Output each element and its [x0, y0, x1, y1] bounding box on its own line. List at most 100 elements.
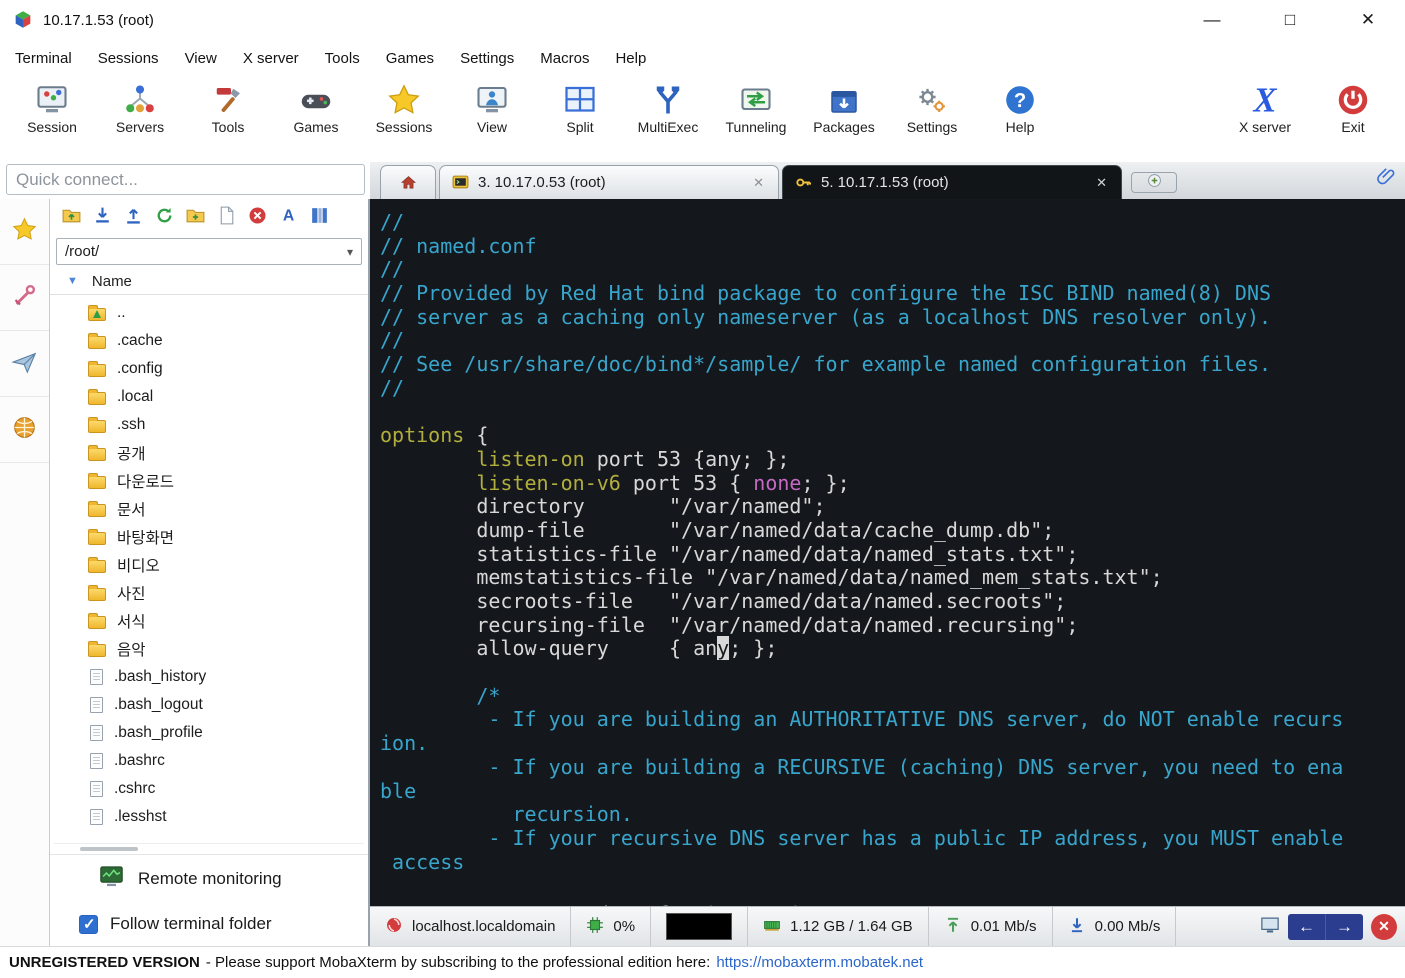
servers-button[interactable]: Servers [96, 79, 184, 135]
tree-item[interactable]: .ssh [50, 411, 368, 439]
tree-item[interactable]: .config [50, 355, 368, 383]
maximize-button[interactable]: □ [1279, 10, 1301, 30]
menu-settings[interactable]: Settings [447, 43, 527, 74]
settings-button[interactable]: Settings [888, 79, 976, 135]
exit-button[interactable]: Exit [1309, 79, 1397, 135]
new-tab-button[interactable] [1131, 172, 1177, 193]
terminal[interactable]: //// named.conf//// Provided by Red Hat … [370, 199, 1405, 906]
help-button[interactable]: ? Help [976, 79, 1064, 135]
unregistered-label: UNREGISTERED VERSION [9, 954, 200, 971]
games-button[interactable]: Games [272, 79, 360, 135]
ram-segment: 1.12 GB / 1.64 GB [748, 907, 929, 946]
tree-item-label: 공개 [117, 446, 146, 463]
next-tab-button[interactable]: → [1325, 913, 1363, 940]
scrollbar-thumb[interactable] [80, 847, 138, 851]
sessions-button[interactable]: Sessions [360, 79, 448, 135]
vim-file-info: "/etc/named.conf" 59L, 1710B [476, 902, 813, 906]
vim-status-line: "/etc/named.conf" 59L, 1710B 19,22-29 꼭대… [380, 879, 1395, 906]
path-dropdown[interactable]: /root/ ▾ [56, 238, 362, 265]
columns-view-button[interactable] [307, 206, 331, 230]
tab-session-3[interactable]: 3. 10.17.0.53 (root) ✕ [439, 165, 779, 199]
upload-button[interactable] [121, 206, 145, 230]
tree-item[interactable]: 공개 [50, 439, 368, 467]
toolbar-label: Tools [211, 119, 245, 135]
sftp-panel-tab[interactable] [0, 397, 49, 463]
tree-item[interactable]: 바탕화면 [50, 523, 368, 551]
refresh-button[interactable] [152, 206, 176, 230]
xserver-button[interactable]: X X server [1221, 79, 1309, 135]
encoding-button[interactable]: A [276, 206, 300, 230]
session-button[interactable]: Session [8, 79, 96, 135]
close-icon: ✕ [1378, 918, 1390, 934]
split-button[interactable]: Split [536, 79, 624, 135]
tools-panel-tab[interactable] [0, 265, 49, 331]
new-folder-button[interactable] [183, 206, 207, 230]
tab-close-icon[interactable]: ✕ [1094, 175, 1109, 191]
tab-nav-arrows: ← → [1288, 913, 1363, 940]
upload-segment: 0.01 Mb/s [929, 907, 1053, 946]
toolbar-label: Tunneling [725, 119, 787, 135]
menu-games[interactable]: Games [373, 43, 447, 74]
tree-item[interactable]: .bash_profile [50, 719, 368, 747]
remote-monitoring-button[interactable]: Remote monitoring [50, 854, 368, 902]
svg-text:X: X [1252, 82, 1277, 118]
paperclip-icon[interactable] [1375, 165, 1397, 192]
quick-connect-input[interactable] [6, 164, 365, 195]
chevron-down-icon: ▾ [346, 244, 353, 259]
minimize-button[interactable]: — [1201, 10, 1223, 30]
download-button[interactable] [90, 206, 114, 230]
packages-button[interactable]: Packages [800, 79, 888, 135]
tree-item-label: .cache [117, 332, 163, 349]
games-icon [298, 82, 334, 118]
tab-session-5[interactable]: 5. 10.17.1.53 (root) ✕ [782, 165, 1122, 199]
tab-label: 3. 10.17.0.53 (root) [478, 174, 606, 191]
tree-item[interactable]: .bash_logout [50, 691, 368, 719]
tree-item[interactable]: .cshrc [50, 775, 368, 803]
tree-item[interactable]: 다운로드 [50, 467, 368, 495]
close-terminal-button[interactable]: ✕ [1371, 913, 1397, 940]
tab-home[interactable] [380, 165, 436, 199]
tree-item[interactable]: 서식 [50, 607, 368, 635]
tools-button[interactable]: Tools [184, 79, 272, 135]
folder-icon [88, 445, 106, 461]
menu-sessions[interactable]: Sessions [85, 43, 172, 74]
remote-monitoring-label: Remote monitoring [138, 868, 282, 888]
tree-item[interactable]: .cache [50, 327, 368, 355]
file-icon [90, 809, 103, 825]
menu-view[interactable]: View [172, 43, 230, 74]
menu-tools[interactable]: Tools [312, 43, 373, 74]
tab-close-icon[interactable]: ✕ [751, 175, 766, 191]
tree-item[interactable]: 문서 [50, 495, 368, 523]
tree-item[interactable]: .bash_history [50, 663, 368, 691]
horizontal-scrollbar[interactable] [54, 843, 364, 854]
tree-item[interactable]: 비디오 [50, 551, 368, 579]
tree-item[interactable]: 사진 [50, 579, 368, 607]
toolbar-label: Sessions [375, 119, 433, 135]
tree-item[interactable]: .. [50, 299, 368, 327]
previous-tab-button[interactable]: ← [1288, 914, 1325, 940]
menu-xserver[interactable]: X server [230, 43, 312, 74]
multiexec-button[interactable]: MultiExec [624, 79, 712, 135]
delete-button[interactable] [245, 206, 269, 230]
view-button[interactable]: View [448, 79, 536, 135]
close-button[interactable]: ✕ [1357, 10, 1379, 30]
tree-item[interactable]: 음악 [50, 635, 368, 663]
terminal-line: options { [380, 423, 489, 448]
sessions-panel-tab[interactable] [0, 199, 49, 265]
tunneling-button[interactable]: Tunneling [712, 79, 800, 135]
mobatek-link[interactable]: https://mobaxterm.mobatek.net [716, 954, 923, 971]
tree-header[interactable]: ▼ Name [50, 268, 368, 295]
tab-bar: 3. 10.17.0.53 (root) ✕ 5. 10.17.1.53 (ro… [370, 162, 1405, 199]
cpu-graph [666, 913, 733, 940]
menu-help[interactable]: Help [602, 43, 659, 74]
up-directory-button[interactable] [59, 206, 83, 230]
tree-item[interactable]: .lesshst [50, 803, 368, 831]
star-icon [11, 216, 38, 248]
follow-terminal-folder-checkbox[interactable] [79, 914, 98, 934]
new-file-button[interactable] [214, 206, 238, 230]
menu-macros[interactable]: Macros [527, 43, 602, 74]
tree-item[interactable]: .local [50, 383, 368, 411]
macros-panel-tab[interactable] [0, 331, 49, 397]
tree-item[interactable]: .bashrc [50, 747, 368, 775]
menu-terminal[interactable]: Terminal [2, 43, 85, 74]
